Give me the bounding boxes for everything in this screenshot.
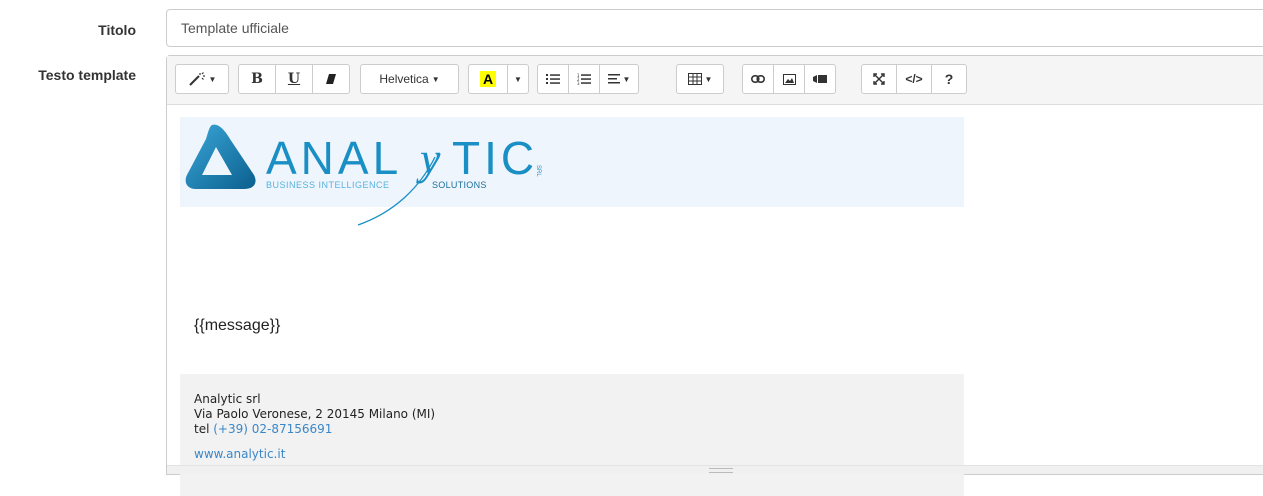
analytic-logo: ANAL y TIC SRL BUSINESS INTELLIGENCE SOL…: [185, 124, 541, 226]
website-link[interactable]: www.analytic.it: [194, 447, 950, 462]
table-icon: [687, 73, 702, 85]
recent-color-button[interactable]: A: [468, 64, 508, 94]
logo-suffix: SRL: [535, 165, 541, 177]
template-text-label: Testo template: [38, 67, 136, 83]
align-dropdown-button[interactable]: ▼: [599, 64, 639, 94]
ordered-list-button[interactable]: 1 2 3: [568, 64, 600, 94]
chevron-down-icon: ▼: [514, 74, 522, 84]
table-dropdown-button[interactable]: ▼: [676, 64, 724, 94]
code-view-icon: </>: [905, 72, 923, 86]
font-name-label: Helvetica: [379, 72, 429, 86]
phone-link[interactable]: (+39) 02-87156691: [213, 422, 332, 436]
title-input[interactable]: Template ufficiale: [166, 9, 1263, 47]
help-button[interactable]: ?: [931, 64, 967, 94]
link-button[interactable]: [742, 64, 774, 94]
svg-text:TIC: TIC: [452, 132, 538, 184]
eraser-icon: [326, 74, 336, 84]
editor-toolbar: ▼ B U Helvetica ▼ A ▼ 1 2 3 ▼ ▼ </> ?: [167, 56, 1263, 105]
color-dropdown-button[interactable]: ▼: [507, 64, 529, 94]
title-label: Titolo: [98, 22, 136, 38]
company-address: Via Paolo Veronese, 2 20145 Milano (MI): [194, 407, 436, 421]
help-icon: ?: [944, 71, 954, 87]
font-style-group: B U: [238, 64, 350, 94]
bold-icon: B: [251, 71, 263, 87]
style-dropdown-button[interactable]: ▼: [175, 64, 229, 94]
align-icon: [607, 74, 620, 84]
code-view-button[interactable]: </>: [896, 64, 932, 94]
chevron-down-icon: ▼: [704, 74, 713, 84]
fullscreen-icon: [873, 73, 885, 85]
magic-icon: [188, 72, 205, 86]
color-group: A ▼: [468, 64, 529, 94]
fullscreen-button[interactable]: [861, 64, 897, 94]
font-family-dropdown[interactable]: Helvetica ▼: [360, 64, 459, 94]
view-group: </> ?: [861, 64, 967, 94]
tel-label: tel: [194, 422, 210, 436]
picture-button[interactable]: [773, 64, 805, 94]
message-placeholder: {{message}}: [194, 317, 281, 334]
unordered-list-icon: [546, 74, 560, 84]
paragraph-group: 1 2 3 ▼: [537, 64, 639, 94]
svg-text:ANAL: ANAL: [266, 132, 402, 184]
chevron-down-icon: ▼: [208, 74, 217, 84]
underline-button[interactable]: U: [275, 64, 313, 94]
table-group: ▼: [676, 64, 724, 94]
chevron-down-icon: ▼: [431, 74, 440, 84]
link-icon: [751, 75, 765, 83]
style-group: ▼: [175, 64, 229, 94]
ordered-list-icon: 1 2 3: [577, 73, 591, 85]
font-family-group: Helvetica ▼: [360, 64, 459, 94]
svg-text:SOLUTIONS: SOLUTIONS: [432, 180, 487, 190]
editor-content[interactable]: ANAL y TIC SRL BUSINESS INTELLIGENCE SOL…: [167, 104, 1263, 496]
signature-footer: Analytic srl Via Paolo Veronese, 2 20145…: [180, 374, 964, 496]
bold-button[interactable]: B: [238, 64, 276, 94]
svg-text:y: y: [416, 133, 441, 184]
rich-text-editor: ▼ B U Helvetica ▼ A ▼ 1 2 3 ▼ ▼ </> ? AN…: [166, 55, 1263, 496]
unordered-list-button[interactable]: [537, 64, 569, 94]
video-icon: [813, 75, 827, 83]
svg-text:3: 3: [577, 81, 580, 85]
company-name: Analytic srl: [194, 392, 261, 406]
editor-resize-bar[interactable]: [167, 465, 1263, 474]
underline-icon: U: [287, 71, 301, 87]
text-color-icon: A: [479, 71, 497, 87]
insert-group: [742, 64, 836, 94]
chevron-down-icon: ▼: [622, 74, 631, 84]
svg-text:BUSINESS INTELLIGENCE: BUSINESS INTELLIGENCE: [266, 180, 390, 190]
clear-format-button[interactable]: [312, 64, 350, 94]
logo-banner: ANAL y TIC SRL BUSINESS INTELLIGENCE SOL…: [180, 117, 964, 226]
picture-icon: [782, 73, 796, 85]
video-button[interactable]: [804, 64, 836, 94]
resize-grip-icon[interactable]: [709, 468, 733, 473]
phone-line: tel (+39) 02-87156691: [194, 422, 950, 437]
